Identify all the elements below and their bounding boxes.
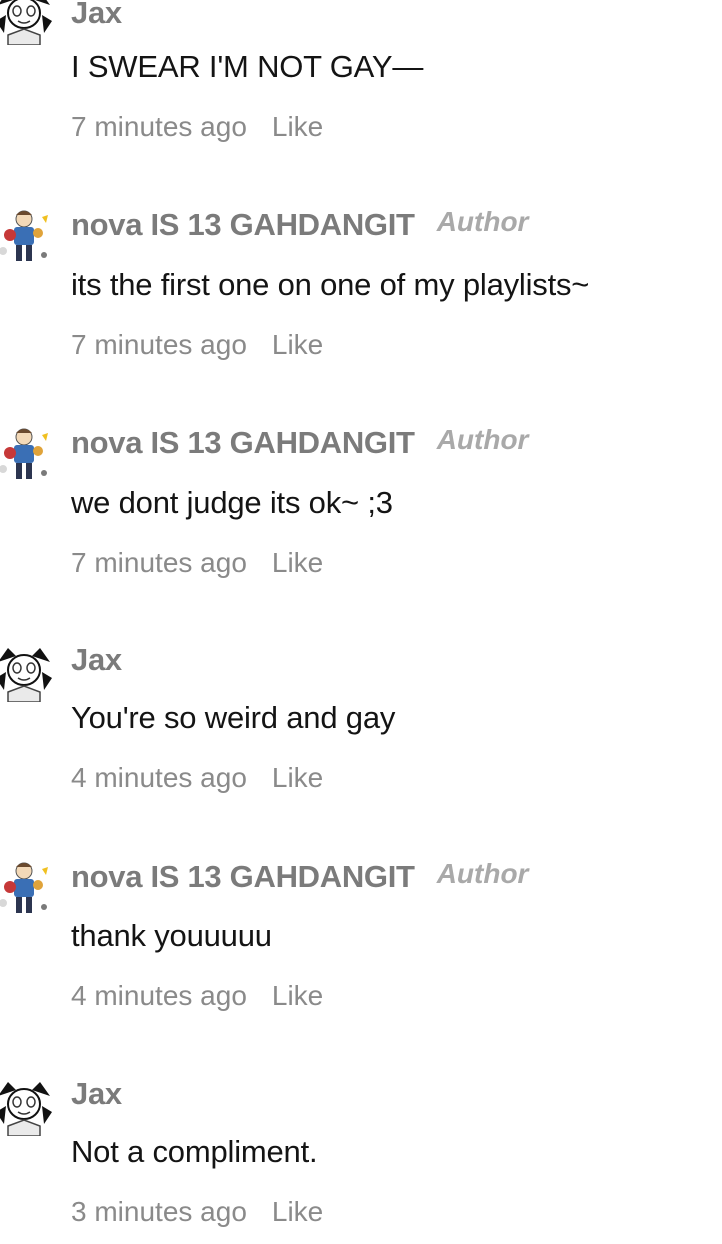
like-button[interactable]: Like <box>272 329 323 361</box>
comment-body: You're so weird and gay <box>71 700 396 735</box>
comment-meta: 4 minutes ago Like <box>71 980 323 1012</box>
comment-username[interactable]: Jax <box>71 1076 122 1112</box>
author-badge: Author <box>436 858 529 889</box>
comment-item: nova IS 13 GAHDANGIT Author its the firs… <box>0 187 722 360</box>
comment-meta: 7 minutes ago Like <box>71 329 323 361</box>
comment-item: nova IS 13 GAHDANGIT Author thank youuuu… <box>0 839 722 1011</box>
comment-username[interactable]: Jax <box>71 0 122 31</box>
comment-timestamp: 7 minutes ago <box>71 547 247 578</box>
like-button[interactable]: Like <box>272 111 323 143</box>
comment-timestamp: 4 minutes ago <box>71 980 247 1011</box>
skull-avatar-icon[interactable] <box>0 0 54 45</box>
comment-header: nova IS 13 GAHDANGIT Author <box>71 858 529 895</box>
author-badge: Author <box>436 206 529 237</box>
comment-body: we dont judge its ok~ ;3 <box>71 485 393 520</box>
comment-header: nova IS 13 GAHDANGIT Author <box>71 206 529 243</box>
comment-timestamp: 7 minutes ago <box>71 329 247 360</box>
skull-avatar-icon[interactable] <box>0 642 54 702</box>
comment-timestamp: 3 minutes ago <box>71 1196 247 1227</box>
skull-avatar-icon[interactable] <box>0 1076 54 1136</box>
comment-header: Jax <box>71 642 122 678</box>
like-button[interactable]: Like <box>272 762 323 794</box>
comment-header: nova IS 13 GAHDANGIT Author <box>71 424 529 461</box>
character-avatar-icon[interactable] <box>0 205 54 265</box>
comment-username[interactable]: Jax <box>71 642 122 678</box>
author-badge: Author <box>436 424 529 455</box>
comment-body: thank youuuuu <box>71 918 272 953</box>
comment-item: nova IS 13 GAHDANGIT Author we dont judg… <box>0 405 722 578</box>
comment-item: Jax I SWEAR I'M NOT GAY— 7 minutes ago L… <box>0 0 722 142</box>
comment-header: Jax <box>71 0 122 31</box>
comment-username[interactable]: nova IS 13 GAHDANGIT <box>71 207 415 243</box>
comment-body: its the first one on one of my playlists… <box>71 267 590 302</box>
comment-username[interactable]: nova IS 13 GAHDANGIT <box>71 859 415 895</box>
comment-header: Jax <box>71 1076 122 1112</box>
like-button[interactable]: Like <box>272 1196 323 1228</box>
comment-meta: 3 minutes ago Like <box>71 1196 323 1228</box>
comment-item: Jax You're so weird and gay 4 minutes ag… <box>0 622 722 793</box>
like-button[interactable]: Like <box>272 547 323 579</box>
comment-meta: 4 minutes ago Like <box>71 762 323 794</box>
comment-body: Not a compliment. <box>71 1134 318 1169</box>
comment-meta: 7 minutes ago Like <box>71 111 323 143</box>
comment-body: I SWEAR I'M NOT GAY— <box>71 49 424 84</box>
comment-timestamp: 4 minutes ago <box>71 762 247 793</box>
comment-timestamp: 7 minutes ago <box>71 111 247 142</box>
comment-meta: 7 minutes ago Like <box>71 547 323 579</box>
like-button[interactable]: Like <box>272 980 323 1012</box>
character-avatar-icon[interactable] <box>0 423 54 483</box>
comment-username[interactable]: nova IS 13 GAHDANGIT <box>71 425 415 461</box>
character-avatar-icon[interactable] <box>0 857 54 917</box>
comment-item: Jax Not a compliment. 3 minutes ago Like <box>0 1056 722 1227</box>
